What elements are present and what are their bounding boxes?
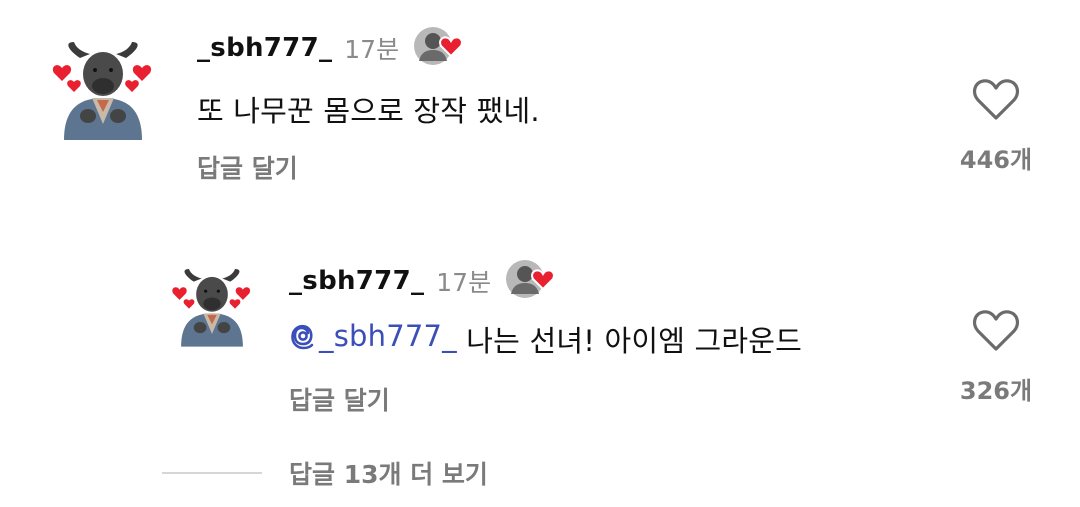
username[interactable]: _sbh777_ <box>289 266 424 296</box>
avatar[interactable] <box>170 266 254 348</box>
comment-meta: _sbh777_ 17분 <box>289 260 561 302</box>
heart-outline-icon[interactable] <box>972 78 1020 122</box>
comment-text: 또 나무꾼 몸으로 장작 팼네. <box>197 94 540 128</box>
mention-link[interactable]: _sbh777_ <box>289 319 457 353</box>
creator-like-badge <box>413 25 469 71</box>
view-more-replies[interactable]: 답글 13개 더 보기 <box>162 455 488 491</box>
reply-button[interactable]: 답글 달기 <box>289 381 390 417</box>
divider-line <box>162 472 262 474</box>
like-count: 326개 <box>959 377 1033 405</box>
threads-at-icon <box>291 324 314 350</box>
username[interactable]: _sbh777_ <box>197 33 332 63</box>
mention-username[interactable]: _sbh777_ <box>319 319 457 353</box>
creator-avatar-heart-icon <box>506 260 555 298</box>
avatar[interactable] <box>50 40 156 140</box>
timestamp: 17분 <box>344 35 400 64</box>
creator-avatar-heart-icon <box>414 27 463 65</box>
timestamp: 17분 <box>436 268 492 297</box>
view-more-replies-label[interactable]: 답글 13개 더 보기 <box>289 455 488 491</box>
creator-like-badge <box>505 258 561 304</box>
buffalo-avatar-icon <box>52 42 152 140</box>
buffalo-avatar-icon <box>172 268 251 347</box>
reply-button[interactable]: 답글 달기 <box>197 149 298 185</box>
like-button[interactable]: 446개 <box>951 78 1041 175</box>
like-button[interactable]: 326개 <box>951 309 1041 406</box>
reply-text: 나는 선녀! 아이엠 그라운드 <box>456 324 803 358</box>
comment-text: _sbh777_ 나는 선녀! 아이엠 그라운드 <box>289 318 802 360</box>
like-count: 446개 <box>959 146 1033 174</box>
heart-outline-icon[interactable] <box>972 309 1020 353</box>
comment-meta: _sbh777_ 17분 <box>197 27 469 69</box>
